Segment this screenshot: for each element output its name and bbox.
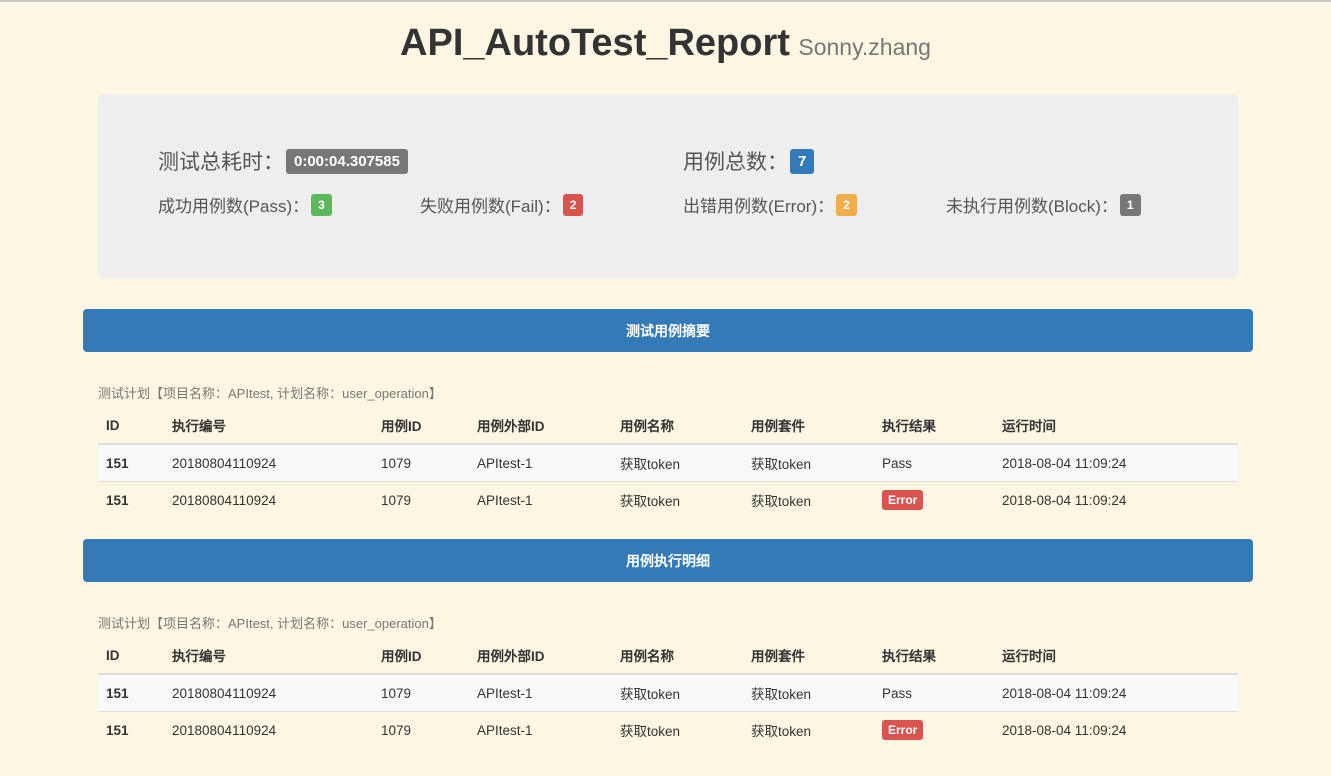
page-title: API_AutoTest_Report (400, 22, 790, 64)
col-exec-no: 执行编号 (164, 637, 373, 675)
col-case-name: 用例名称 (612, 637, 743, 675)
error-label: 出错用例数(Error)： (683, 197, 835, 216)
col-case-name: 用例名称 (612, 407, 743, 445)
cell-suite: 获取token (743, 711, 874, 748)
total-time-badge: 0:00:04.307585 (286, 148, 408, 174)
cell-result: Pass (874, 443, 994, 482)
table-row: 151 20180804110924 1079 APItest-1 获取toke… (98, 481, 1238, 518)
cell-case-name: 获取token (612, 443, 743, 482)
block-label: 未执行用例数(Block)： (946, 197, 1118, 216)
col-case-id: 用例ID (373, 407, 469, 445)
pass-label: 成功用例数(Pass)： (158, 197, 310, 216)
cell-run-time: 2018-08-04 11:09:24 (994, 481, 1238, 518)
col-ext-id: 用例外部ID (469, 637, 612, 675)
cell-ext-id: APItest-1 (469, 711, 612, 748)
plan-caption: 测试计划【项目名称：APItest, 计划名称：user_operation】 (98, 386, 442, 401)
cell-id: 151 (98, 711, 164, 748)
total-time-stat: 测试总耗时： 0:00:04.307585 (158, 146, 408, 176)
col-id: ID (98, 407, 164, 445)
cell-id: 151 (98, 481, 164, 518)
cell-ext-id: APItest-1 (469, 443, 612, 482)
col-case-id: 用例ID (373, 637, 469, 675)
cell-run-time: 2018-08-04 11:09:24 (994, 711, 1238, 748)
block-stat: 未执行用例数(Block)： 1 (946, 192, 1141, 217)
section-header-details[interactable]: 用例执行明细 (83, 539, 1253, 582)
col-result: 执行结果 (874, 407, 994, 445)
total-cases-stat: 用例总数： 7 (683, 146, 815, 176)
total-cases-label: 用例总数： (683, 151, 788, 174)
cell-suite: 获取token (743, 673, 874, 712)
cell-id: 151 (98, 673, 164, 712)
col-id: ID (98, 637, 164, 675)
error-stat: 出错用例数(Error)： 2 (683, 192, 857, 217)
cell-case-id: 1079 (373, 481, 469, 518)
cell-case-name: 获取token (612, 673, 743, 712)
cell-exec-no: 20180804110924 (164, 443, 373, 482)
cell-result: Error (874, 711, 994, 748)
col-exec-no: 执行编号 (164, 407, 373, 445)
col-run-time: 运行时间 (994, 407, 1238, 445)
cell-case-id: 1079 (373, 673, 469, 712)
cell-result: Error (874, 481, 994, 518)
top-border (0, 0, 1331, 2)
fail-label: 失败用例数(Fail)： (420, 197, 561, 216)
total-cases-badge: 7 (790, 148, 815, 174)
fail-badge: 2 (562, 193, 584, 216)
pass-stat: 成功用例数(Pass)： 3 (158, 192, 332, 217)
error-status-badge: Error (882, 720, 924, 740)
cell-exec-no: 20180804110924 (164, 711, 373, 748)
cell-exec-no: 20180804110924 (164, 673, 373, 712)
pass-badge: 3 (311, 193, 332, 216)
cell-run-time: 2018-08-04 11:09:24 (994, 673, 1238, 712)
plan-caption: 测试计划【项目名称：APItest, 计划名称：user_operation】 (98, 616, 442, 631)
block-badge: 1 (1119, 193, 1141, 216)
table-row: 151 20180804110924 1079 APItest-1 获取toke… (98, 443, 1238, 482)
total-time-label: 测试总耗时： (158, 151, 284, 174)
col-ext-id: 用例外部ID (469, 407, 612, 445)
table-header-row: ID 执行编号 用例ID 用例外部ID 用例名称 用例套件 执行结果 运行时间 (98, 637, 1238, 675)
cell-ext-id: APItest-1 (469, 481, 612, 518)
case-detail-table: ID 执行编号 用例ID 用例外部ID 用例名称 用例套件 执行结果 运行时间 … (98, 637, 1238, 748)
cell-case-name: 获取token (612, 481, 743, 518)
author-name: Sonny.zhang (798, 34, 931, 60)
error-status-badge: Error (882, 490, 924, 510)
col-run-time: 运行时间 (994, 637, 1238, 675)
case-summary-table: ID 执行编号 用例ID 用例外部ID 用例名称 用例套件 执行结果 运行时间 … (98, 407, 1238, 518)
fail-stat: 失败用例数(Fail)： 2 (420, 192, 584, 217)
cell-suite: 获取token (743, 443, 874, 482)
cell-case-name: 获取token (612, 711, 743, 748)
cell-exec-no: 20180804110924 (164, 481, 373, 518)
cell-suite: 获取token (743, 481, 874, 518)
col-suite: 用例套件 (743, 637, 874, 675)
col-suite: 用例套件 (743, 407, 874, 445)
section-header-summary[interactable]: 测试用例摘要 (83, 309, 1253, 352)
error-badge: 2 (836, 193, 857, 216)
cell-case-id: 1079 (373, 443, 469, 482)
cell-case-id: 1079 (373, 711, 469, 748)
table-header-row: ID 执行编号 用例ID 用例外部ID 用例名称 用例套件 执行结果 运行时间 (98, 407, 1238, 445)
cell-ext-id: APItest-1 (469, 673, 612, 712)
cell-result: Pass (874, 673, 994, 712)
table-row: 151 20180804110924 1079 APItest-1 获取toke… (98, 673, 1238, 712)
summary-panel: 测试总耗时： 0:00:04.307585 用例总数： 7 成功用例数(Pass… (98, 94, 1238, 278)
table-row: 151 20180804110924 1079 APItest-1 获取toke… (98, 711, 1238, 748)
col-result: 执行结果 (874, 637, 994, 675)
cell-run-time: 2018-08-04 11:09:24 (994, 443, 1238, 482)
cell-id: 151 (98, 443, 164, 482)
report-header: API_AutoTest_Report Sonny.zhang (0, 22, 1331, 65)
